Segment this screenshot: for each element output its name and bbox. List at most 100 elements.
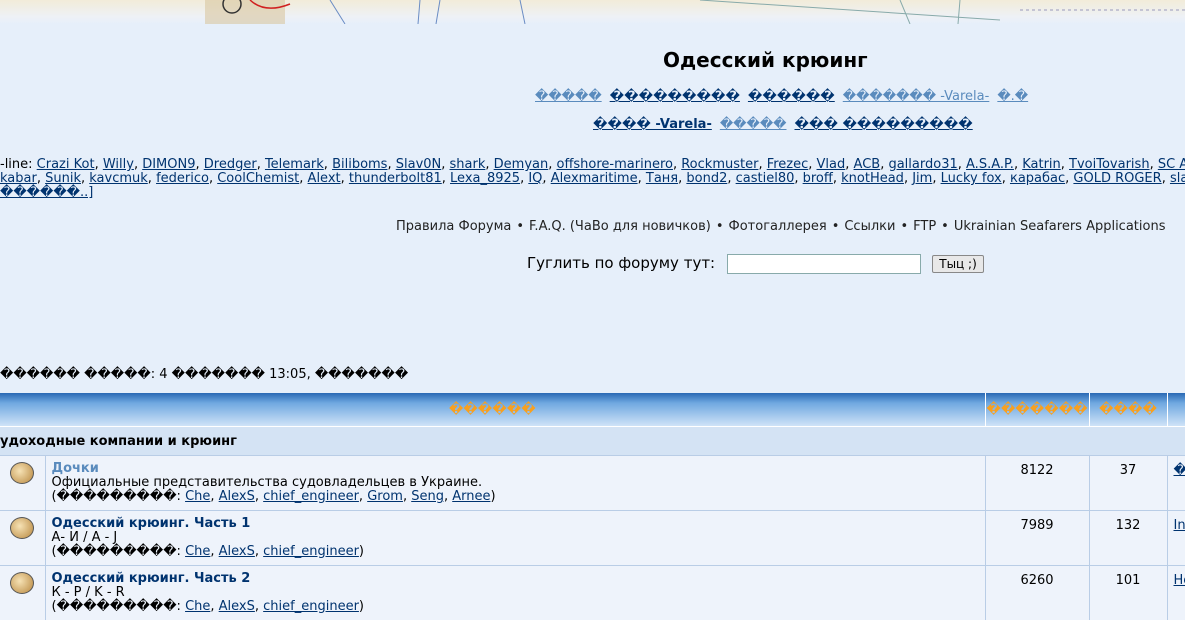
online-user-link[interactable]: kabar <box>0 171 37 186</box>
forum-description-block: ДочкиОфициальные представительства судов… <box>46 456 985 504</box>
moderator-link[interactable]: chief_engineer <box>263 599 359 614</box>
online-label: -line: <box>0 158 37 172</box>
online-user-link[interactable]: IQ <box>528 171 542 186</box>
online-users-line-3: ������..] <box>0 186 1185 200</box>
search-button[interactable]: Тыц ;) <box>932 255 984 273</box>
search-input[interactable] <box>727 254 921 274</box>
online-user-link[interactable]: ACB <box>854 158 881 172</box>
online-user-link[interactable]: CoolChemist <box>217 171 299 186</box>
forum-table-header: ������ ������� ���� <box>0 393 1185 427</box>
moderator-link[interactable]: AlexS <box>219 599 255 614</box>
forum-description: Официальные представительства судовладел… <box>52 475 483 490</box>
online-user-link[interactable]: slava <box>1170 171 1185 186</box>
moderator-link[interactable]: Che <box>185 599 210 614</box>
online-user-link[interactable]: Lucky fox <box>941 171 1002 186</box>
forum-topics-count: 101 <box>1089 566 1167 620</box>
online-user-link[interactable]: Crazi Kot <box>37 158 95 172</box>
online-user-link[interactable]: SC Almar <box>1158 158 1185 172</box>
online-user-link[interactable]: Katrin <box>1022 158 1061 172</box>
last-post-link[interactable]: In <box>1174 518 1185 533</box>
last-post-link[interactable]: Hc <box>1174 573 1185 588</box>
forum-posts-count: 8122 <box>985 456 1089 511</box>
forum-description: А- И / A - J <box>52 530 118 545</box>
online-user-link[interactable]: Rockmuster <box>681 158 758 172</box>
nav-link[interactable]: ����� <box>720 117 787 132</box>
moderators-label: (���������: <box>52 489 186 504</box>
online-user-link[interactable]: A.S.A.P. <box>966 158 1014 172</box>
nav-link[interactable]: ��������� <box>610 89 740 104</box>
nav-link[interactable]: �.� <box>997 89 1028 104</box>
forum-name-link[interactable]: Одесский крюинг. Часть 2 <box>52 571 251 586</box>
moderator-link[interactable]: Che <box>185 489 210 504</box>
online-user-link[interactable]: castiel80 <box>736 171 795 186</box>
online-user-link[interactable]: Dredger <box>204 158 257 172</box>
nav-link[interactable]: ������ <box>748 89 835 104</box>
moderator-link[interactable]: Seng <box>411 489 444 504</box>
online-user-link[interactable]: thunderbolt81 <box>349 171 442 186</box>
online-user-link[interactable]: GOLD ROGER <box>1073 171 1161 186</box>
online-user-link[interactable]: Sunik <box>45 171 81 186</box>
forum-nav-link[interactable]: FTP <box>913 219 936 234</box>
link-separator: • <box>516 219 524 234</box>
last-post-link[interactable]: � <box>1174 463 1185 478</box>
forum-links-bar: Правила Форума • F.A.Q. (ЧаВо для новичков… <box>396 219 1165 234</box>
nav-link[interactable]: ���� -Varela- <box>593 117 712 132</box>
online-user-link[interactable]: offshore-marinero <box>557 158 673 172</box>
link-separator: • <box>716 219 724 234</box>
forum-description-block: Одесский крюинг. Часть 1А- И / A - J(���… <box>46 511 985 559</box>
forum-folder-icon <box>10 462 34 484</box>
online-user-link[interactable]: bond2 <box>686 171 727 186</box>
link-separator: • <box>900 219 908 234</box>
online-user-link[interactable]: Alext <box>308 171 341 186</box>
forum-nav-link[interactable]: Правила Форума <box>396 219 511 234</box>
forum-name-link[interactable]: Дочки <box>52 461 99 476</box>
online-user-link[interactable]: Frezec <box>767 158 809 172</box>
online-user-link[interactable]: Demyan <box>494 158 549 172</box>
online-user-link[interactable]: Lexa_8925 <box>450 171 520 186</box>
online-user-link[interactable]: DIMON9 <box>142 158 195 172</box>
online-user-link[interactable]: карабас <box>1010 171 1065 186</box>
nav-link[interactable]: ����� <box>535 89 602 104</box>
online-user-link[interactable]: gallardo31 <box>888 158 957 172</box>
online-user-link[interactable]: Telemark <box>265 158 324 172</box>
moderator-link[interactable]: Grom <box>367 489 403 504</box>
category-title[interactable]: удоходные компании и крюинг <box>0 427 1185 456</box>
online-user-link[interactable]: TvoiTovarish <box>1069 158 1150 172</box>
online-user-link[interactable]: Slav0N <box>396 158 442 172</box>
moderator-link[interactable]: Arnee <box>452 489 490 504</box>
forum-nav-link[interactable]: F.A.Q. (ЧаВо для новичков) <box>529 219 711 234</box>
forum-last-post-cell: Hc <box>1167 566 1185 620</box>
online-user-link[interactable]: broff <box>803 171 833 186</box>
forum-name-link[interactable]: Одесский крюинг. Часть 1 <box>52 516 251 531</box>
online-user-link[interactable]: Vlad <box>817 158 846 172</box>
online-user-link[interactable]: federico <box>156 171 209 186</box>
online-user-link[interactable]: kavcmuk <box>89 171 148 186</box>
link-separator: • <box>941 219 949 234</box>
nav-link[interactable]: ��� ��������� <box>795 117 973 132</box>
online-user-link[interactable]: Willy <box>103 158 134 172</box>
moderator-link[interactable]: AlexS <box>219 544 255 559</box>
forum-last-post-cell: � <box>1167 456 1185 511</box>
forum-row: Одесский крюинг. Часть 2К - Р / K - R(��… <box>0 566 1185 620</box>
online-user-link[interactable]: Alexmaritime <box>551 171 638 186</box>
nav-row-secondary: ���� -Varela- ����� ��� ��������� <box>593 117 981 132</box>
forum-nav-link[interactable]: Ukrainian Seafarers Applications <box>954 219 1166 234</box>
online-users-list: -line: Crazi Kot, Willy, DIMON9, Dredger… <box>0 158 1185 200</box>
forum-nav-link[interactable]: Ссылки <box>844 219 895 234</box>
forum-row: Одесский крюинг. Часть 1А- И / A - J(���… <box>0 511 1185 566</box>
moderator-link[interactable]: AlexS <box>219 489 255 504</box>
nav-link[interactable]: ������� -Varela- <box>843 89 990 104</box>
online-users-line-2: kabar, Sunik, kavcmuk, federico, CoolChe… <box>0 172 1185 186</box>
moderator-link[interactable]: Che <box>185 544 210 559</box>
online-user-link[interactable]: Jim <box>912 171 932 186</box>
online-user-link[interactable]: Biliboms <box>332 158 387 172</box>
forum-info-cell: Одесский крюинг. Часть 1А- И / A - J(���… <box>45 511 985 566</box>
forum-nav-link[interactable]: Фотогаллерея <box>729 219 827 234</box>
header-last <box>1167 393 1185 427</box>
online-user-link[interactable]: Таня <box>646 171 678 186</box>
online-user-link[interactable]: knotHead <box>841 171 904 186</box>
moderator-link[interactable]: chief_engineer <box>263 544 359 559</box>
online-user-link[interactable]: shark <box>450 158 486 172</box>
moderator-link[interactable]: chief_engineer <box>263 489 359 504</box>
more-online-link[interactable]: ������..] <box>0 185 93 200</box>
